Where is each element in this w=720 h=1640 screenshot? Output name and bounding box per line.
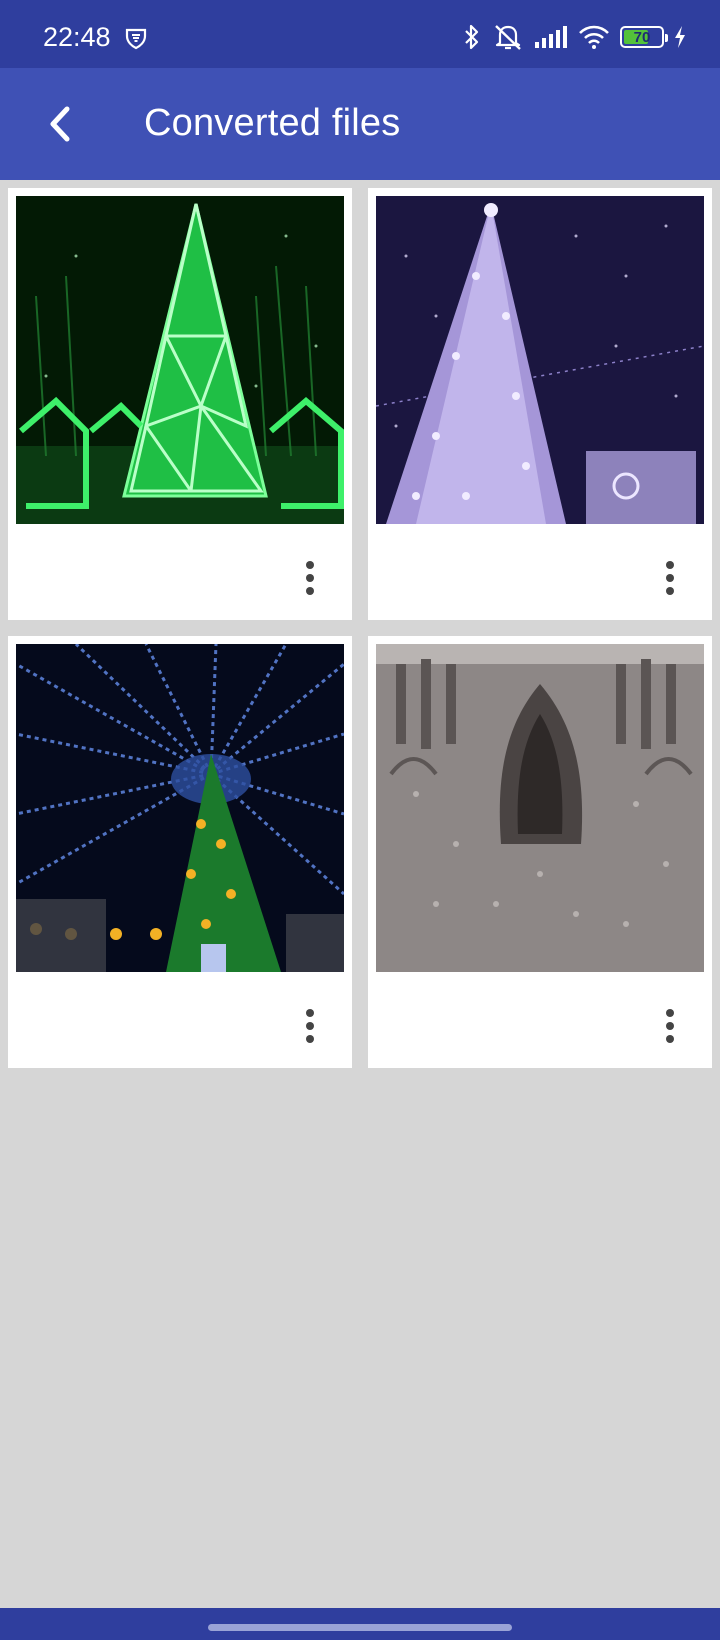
status-bar: 22:48 70	[0, 0, 720, 68]
status-time: 22:48	[43, 22, 111, 52]
chevron-left-icon	[50, 106, 70, 142]
more-options-button[interactable]	[650, 550, 690, 606]
more-options-button[interactable]	[290, 550, 330, 606]
more-options-button[interactable]	[290, 998, 330, 1054]
more-vertical-icon	[666, 1009, 674, 1043]
more-vertical-icon	[306, 561, 314, 595]
file-thumbnail[interactable]	[376, 644, 704, 972]
status-icons: 70	[462, 22, 686, 52]
more-vertical-icon	[306, 1009, 314, 1043]
file-card[interactable]	[8, 188, 352, 620]
green-tree-image	[16, 196, 344, 524]
file-card[interactable]	[368, 188, 712, 620]
cathedral-image	[376, 644, 704, 972]
file-thumbnail[interactable]	[16, 644, 344, 972]
file-card[interactable]	[368, 636, 712, 1068]
cellular-signal-icon	[534, 26, 568, 48]
app-bar: Converted files	[0, 68, 720, 180]
wifi-icon	[578, 25, 610, 49]
more-vertical-icon	[666, 561, 674, 595]
page-title: Converted files	[144, 102, 401, 144]
battery-icon: 70	[620, 26, 668, 48]
vpn-shield-icon	[124, 26, 148, 50]
home-indicator[interactable]	[208, 1624, 512, 1631]
navigation-bar	[0, 1608, 720, 1640]
charging-icon	[674, 26, 686, 48]
file-card[interactable]	[8, 636, 352, 1068]
back-button[interactable]	[28, 92, 92, 156]
radial-lights-tree-image	[16, 644, 344, 972]
purple-tree-image	[376, 196, 704, 524]
more-options-button[interactable]	[650, 998, 690, 1054]
file-grid	[8, 188, 712, 1068]
battery-tip	[665, 34, 668, 42]
silent-bell-icon	[492, 22, 524, 52]
file-thumbnail[interactable]	[376, 196, 704, 524]
file-thumbnail[interactable]	[16, 196, 344, 524]
bluetooth-icon	[462, 23, 482, 51]
battery-level: 70	[633, 28, 651, 46]
